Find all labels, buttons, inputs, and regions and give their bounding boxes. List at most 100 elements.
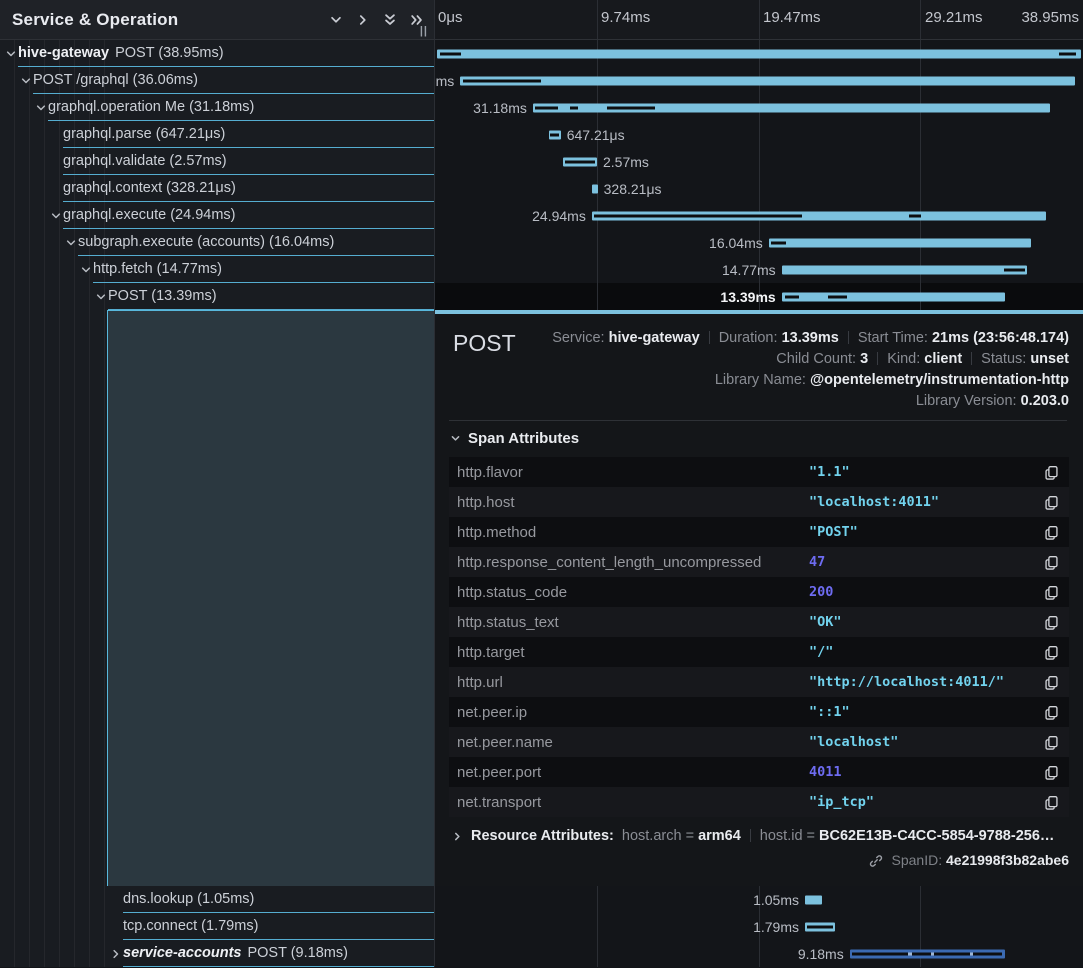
- timeline-row[interactable]: 24.94ms: [435, 202, 1083, 229]
- tree-row[interactable]: graphql.validate (2.57ms): [0, 148, 435, 175]
- span-label: tcp.connect (1.79ms): [123, 913, 434, 940]
- copy-icon[interactable]: [1039, 735, 1059, 750]
- span-bar[interactable]: [769, 238, 1031, 247]
- tree-row[interactable]: tcp.connect (1.79ms): [0, 913, 435, 940]
- timeline-row[interactable]: 2.57ms: [435, 148, 1083, 175]
- copy-icon[interactable]: [1039, 675, 1059, 690]
- tree-row[interactable]: service-accountsPOST (9.18ms): [0, 940, 435, 967]
- service-name: service-accounts: [123, 945, 241, 961]
- timeline-row[interactable]: 13.39ms: [435, 283, 1083, 310]
- link-icon[interactable]: [869, 855, 887, 871]
- span-label: hive-gatewayPOST (38.95ms): [18, 40, 434, 67]
- resource-attributes-title: Resource Attributes:: [471, 828, 614, 844]
- service-operation-title: Service & Operation: [12, 10, 322, 30]
- timeline-row[interactable]: 16.04ms: [435, 229, 1083, 256]
- tree-row[interactable]: graphql.parse (647.21μs): [0, 121, 435, 148]
- timeline-row[interactable]: 14.77ms: [435, 256, 1083, 283]
- tree-row[interactable]: graphql.operation Me (31.18ms): [0, 94, 435, 121]
- chevron-down-icon[interactable]: [5, 40, 18, 67]
- chevron-down-icon[interactable]: [450, 433, 461, 444]
- span-bar[interactable]: [782, 292, 1005, 301]
- copy-icon[interactable]: [1039, 525, 1059, 540]
- timeline-row[interactable]: 328.21μs: [435, 175, 1083, 202]
- copy-icon[interactable]: [1039, 615, 1059, 630]
- indent-spacer: [0, 283, 95, 310]
- timeline-ruler[interactable]: 0μs 9.74ms 19.47ms 29.21ms 38.95ms: [435, 0, 1083, 40]
- copy-icon[interactable]: [1039, 765, 1059, 780]
- attribute-row: net.peer.ip"::1": [449, 697, 1069, 727]
- timeline-row[interactable]: 36.06ms: [435, 67, 1083, 94]
- span-bar[interactable]: [592, 184, 598, 193]
- meta-label: Library Version:: [916, 393, 1021, 409]
- indent-spacer: [50, 148, 63, 175]
- span-child-mark: [771, 241, 787, 244]
- attribute-key: http.status_text: [457, 614, 809, 631]
- operation-name: graphql.parse (647.21μs): [63, 126, 225, 142]
- span-duration-label: 36.06ms: [435, 73, 454, 89]
- chevron-down-icon[interactable]: [80, 256, 93, 283]
- copy-icon[interactable]: [1039, 495, 1059, 510]
- timeline-row[interactable]: 31.18ms: [435, 94, 1083, 121]
- timeline-row[interactable]: 9.18ms: [435, 940, 1083, 967]
- chevron-down-icon[interactable]: [20, 67, 33, 94]
- attribute-key: http.host: [457, 494, 809, 511]
- copy-icon[interactable]: [1039, 795, 1059, 810]
- tree-row[interactable]: POST (13.39ms): [0, 283, 435, 310]
- span-child-mark: [1059, 52, 1076, 55]
- attribute-value: "localhost": [809, 734, 1039, 750]
- tree-row[interactable]: http.fetch (14.77ms): [0, 256, 435, 283]
- attribute-value: "OK": [809, 614, 1039, 630]
- span-child-mark: [565, 160, 595, 163]
- indent-spacer: [110, 913, 123, 940]
- copy-icon[interactable]: [1039, 645, 1059, 660]
- tree-row[interactable]: POST /graphql (36.06ms): [0, 67, 435, 94]
- chevron-down-icon[interactable]: [35, 94, 48, 121]
- span-row: graphql.operation Me (31.18ms)31.18ms: [0, 94, 1083, 121]
- panel-resize-handle[interactable]: ||: [420, 25, 428, 37]
- tree-row[interactable]: graphql.context (328.21μs): [0, 175, 435, 202]
- span-attributes-header[interactable]: Span Attributes: [450, 427, 1069, 449]
- copy-icon[interactable]: [1039, 465, 1059, 480]
- span-bar[interactable]: [437, 49, 1081, 58]
- chevron-down-icon[interactable]: [95, 283, 108, 310]
- divider: [449, 420, 1067, 421]
- attribute-key: http.status_code: [457, 584, 809, 601]
- tree-row[interactable]: subgraph.execute (accounts) (16.04ms): [0, 229, 435, 256]
- tree-row[interactable]: dns.lookup (1.05ms): [0, 886, 435, 913]
- chevron-down-icon[interactable]: [50, 202, 63, 229]
- span-child-mark: [607, 106, 656, 109]
- span-child-mark: [807, 925, 833, 928]
- attribute-key: http.method: [457, 524, 809, 541]
- tree-row[interactable]: graphql.execute (24.94ms): [0, 202, 435, 229]
- span-bar[interactable]: [805, 895, 822, 904]
- span-duration-label: 24.94ms: [532, 208, 586, 224]
- ruler-tick: 29.21ms: [925, 9, 983, 26]
- tree-row[interactable]: hive-gatewayPOST (38.95ms): [0, 40, 435, 67]
- indent-spacer: [0, 148, 50, 175]
- indent-spacer: [0, 67, 20, 94]
- span-row: hive-gatewayPOST (38.95ms): [0, 40, 1083, 67]
- span-duration-label: 1.79ms: [753, 919, 799, 935]
- chevron-down-icon[interactable]: [322, 7, 349, 33]
- copy-icon[interactable]: [1039, 555, 1059, 570]
- span-bar[interactable]: [460, 76, 1075, 85]
- timeline-row[interactable]: 1.05ms: [435, 886, 1083, 913]
- timeline-row[interactable]: [435, 40, 1083, 67]
- chevron-right-icon[interactable]: [452, 831, 463, 842]
- timeline-row[interactable]: 647.21μs: [435, 121, 1083, 148]
- span-label: subgraph.execute (accounts) (16.04ms): [78, 229, 434, 256]
- copy-icon[interactable]: [1039, 705, 1059, 720]
- chevron-down-icon[interactable]: [65, 229, 78, 256]
- operation-name: graphql.validate (2.57ms): [63, 153, 227, 169]
- meta-line: Library Name: @opentelemetry/instrumenta…: [516, 370, 1069, 391]
- copy-icon[interactable]: [1039, 585, 1059, 600]
- resource-attributes-row[interactable]: Resource Attributes: host.arch = arm64ho…: [452, 828, 1069, 844]
- chevron-right-icon[interactable]: [349, 7, 376, 33]
- chevron-right-icon[interactable]: [110, 940, 123, 967]
- timeline-row[interactable]: 1.79ms: [435, 913, 1083, 940]
- double-chevron-down-icon[interactable]: [376, 7, 403, 33]
- service-operation-header: Service & Operation ||: [0, 0, 435, 40]
- span-duration-label: 328.21μs: [604, 181, 662, 197]
- span-bar[interactable]: [782, 265, 1027, 274]
- operation-name: http.fetch (14.77ms): [93, 261, 222, 277]
